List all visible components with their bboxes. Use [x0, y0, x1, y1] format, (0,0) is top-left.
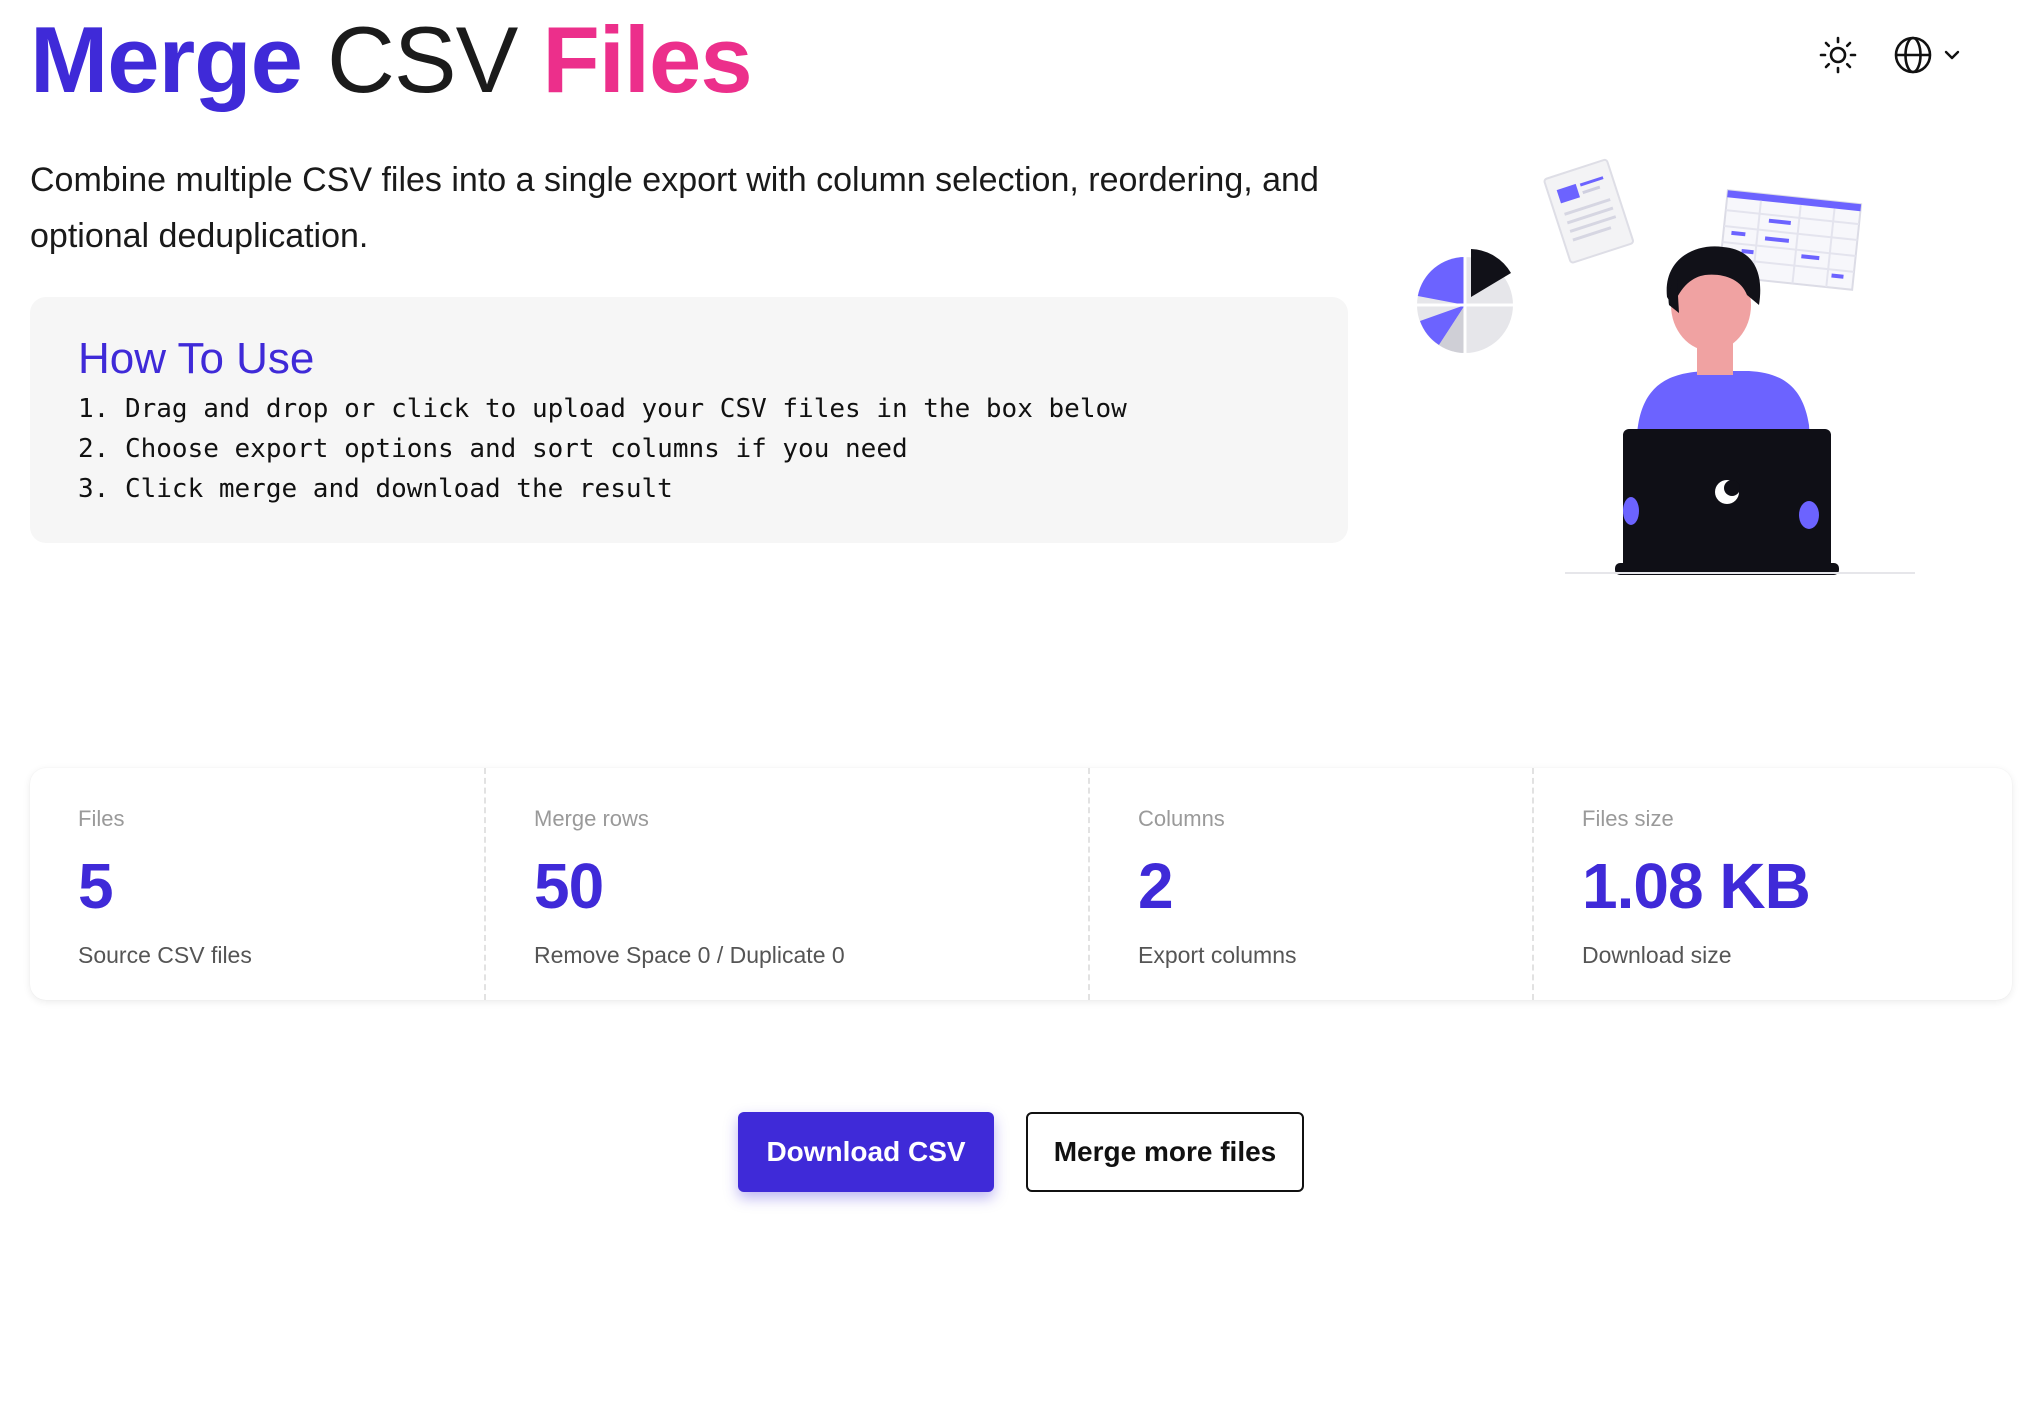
stat-merge-rows: Merge rows 50 Remove Space 0 / Duplicate… [484, 768, 1088, 1000]
pie-chart-graphic [1417, 249, 1513, 353]
sun-icon [1818, 35, 1858, 80]
document-graphic [1543, 158, 1634, 264]
page-title: Merge CSV Files [30, 0, 753, 120]
stat-label: Merge rows [534, 806, 649, 831]
stat-value: 5 [78, 850, 114, 922]
chevron-down-icon [1942, 45, 1962, 70]
how-to-step: 2. Choose export options and sort column… [78, 434, 908, 464]
stat-description: Source CSV files [78, 942, 252, 968]
how-to-use-heading: How To Use [78, 334, 315, 383]
stat-columns: Columns 2 Export columns [1088, 768, 1532, 1000]
person-graphic [1615, 246, 1839, 575]
top-controls [1818, 34, 1962, 81]
merge-stats-panel: Files 5 Source CSV files Merge rows 50 R… [30, 768, 2012, 1000]
language-selector[interactable] [1892, 34, 1962, 81]
stat-description: Download size [1582, 942, 1732, 968]
title-word-files: Files [542, 7, 752, 112]
stat-description: Export columns [1138, 942, 1297, 968]
stat-value: 2 [1138, 850, 1174, 922]
intro-text: Combine multiple CSV files into a single… [30, 161, 1319, 255]
stat-label: Columns [1138, 806, 1225, 831]
how-to-steps: 1. Drag and drop or click to upload your… [78, 389, 1300, 509]
theme-toggle-button[interactable] [1818, 35, 1858, 80]
download-csv-button[interactable]: Download CSV [738, 1112, 994, 1192]
how-to-use-panel: How To Use 1. Drag and drop or click to … [30, 297, 1348, 543]
stat-label: Files [78, 806, 125, 831]
merge-more-files-button[interactable]: Merge more files [1026, 1112, 1304, 1192]
action-buttons: Download CSV Merge more files [0, 1112, 2022, 1192]
how-to-step: 1. Drag and drop or click to upload your… [78, 394, 1127, 424]
globe-icon [1892, 34, 1934, 81]
stat-description: Remove Space 0 / Duplicate 0 [534, 942, 845, 968]
title-word-merge: Merge [30, 7, 303, 112]
how-to-step: 3. Click merge and download the result [78, 474, 673, 504]
stat-value: 50 [534, 850, 604, 922]
hero-illustration [1405, 155, 1935, 575]
stat-value: 1.08 KB [1582, 850, 1811, 922]
stat-label: Files size [1582, 806, 1674, 831]
stat-files: Files 5 Source CSV files [30, 768, 484, 1000]
title-word-csv: CSV [326, 7, 518, 112]
stat-files-size: Files size 1.08 KB Download size [1532, 768, 2012, 1000]
